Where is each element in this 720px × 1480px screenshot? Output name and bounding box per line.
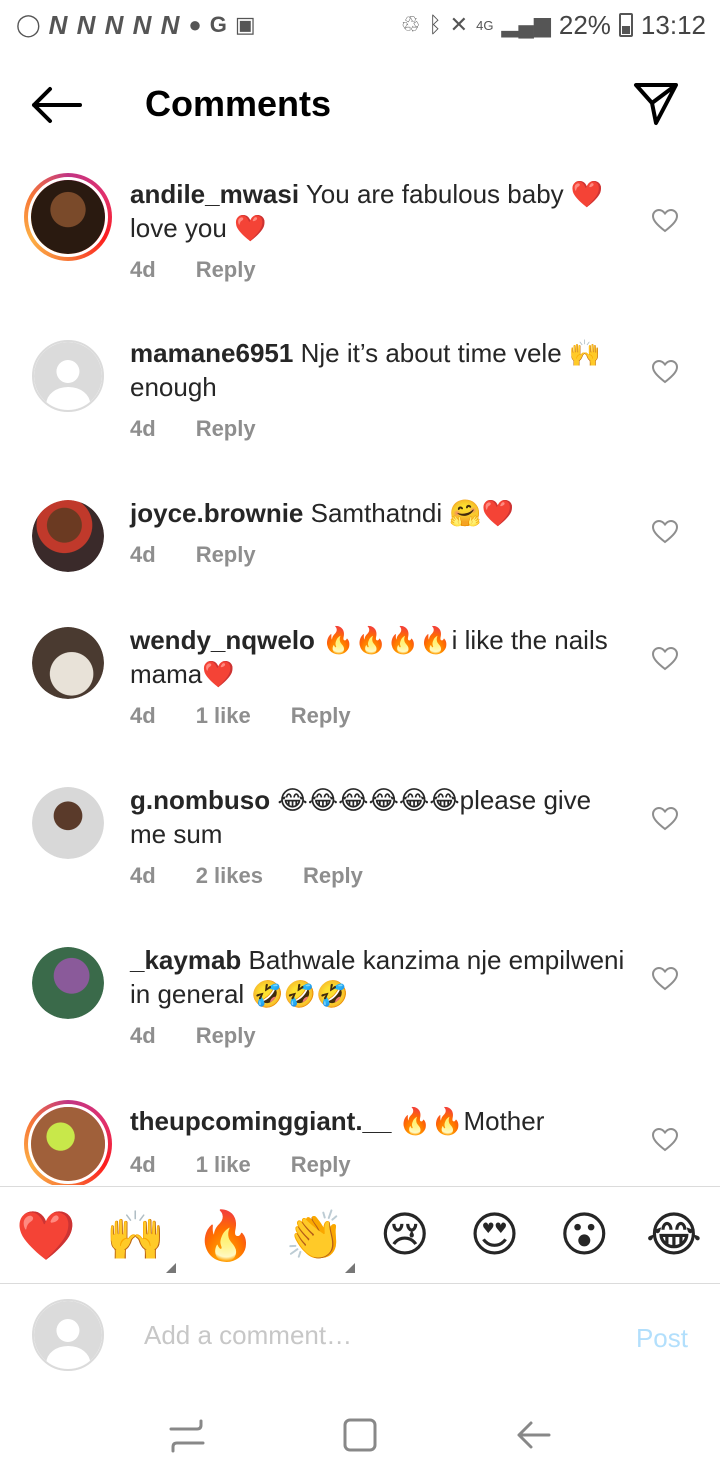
emoji-clap-button[interactable]: 👏 (285, 1205, 356, 1273)
reply-button[interactable]: Reply (291, 1152, 351, 1178)
mute-icon: ✕ (449, 12, 469, 37)
emoji-label: 👏 (285, 1207, 345, 1264)
heart-icon[interactable] (652, 647, 678, 671)
heart-icon[interactable] (652, 209, 678, 233)
emoji-raised-hands-button[interactable]: 🙌 (105, 1205, 176, 1273)
comment-username[interactable]: wendy_nqwelo (130, 625, 315, 655)
comment-body: joyce.brownie Samthatndi 🤗❤️ (130, 496, 630, 530)
heart-icon[interactable] (652, 520, 678, 544)
whatsapp-icon: ◯ (16, 12, 41, 37)
comment-meta: 4d Reply (130, 416, 296, 442)
comment-time: 4d (130, 416, 156, 441)
send-icon[interactable] (632, 79, 680, 127)
emoji-heart-button[interactable]: ❤️ (16, 1205, 76, 1265)
comment-likes[interactable]: 1 like (196, 703, 251, 729)
heart-icon[interactable] (652, 1128, 678, 1152)
reply-button[interactable]: Reply (303, 863, 363, 889)
battery-percent: 22% (558, 9, 611, 40)
network-label: 4G (476, 17, 494, 33)
avatar[interactable] (32, 787, 104, 859)
comments-list[interactable]: andile_mwasi You are fabulous baby ❤️ lo… (0, 165, 720, 1185)
comment-likes[interactable]: 2 likes (196, 863, 263, 889)
reply-button[interactable]: Reply (196, 542, 256, 568)
comment-body: theupcominggiant.__ 🔥🔥Mother (130, 1104, 630, 1138)
system-nav-bar (0, 1390, 720, 1480)
reply-button[interactable]: Reply (291, 703, 351, 729)
notification-dot-icon: ● (188, 12, 202, 37)
comment-meta: 4d 1 like Reply (130, 703, 391, 729)
comment-likes[interactable]: 1 like (196, 1152, 251, 1178)
heart-icon[interactable] (652, 967, 678, 991)
google-icon: G (209, 12, 227, 37)
reply-button[interactable]: Reply (196, 416, 256, 442)
comment-text: 🔥🔥Mother (398, 1106, 545, 1136)
avatar[interactable] (32, 947, 104, 1019)
comment-username[interactable]: andile_mwasi (130, 179, 299, 209)
skin-tone-indicator-icon (345, 1263, 356, 1273)
my-avatar (32, 1299, 104, 1371)
status-bar: ◯ N N N N N ● G ▣ ♲ ᛒ ✕ 4G ▂▄▆ 22% 13:12 (0, 0, 720, 50)
recycle-icon: ♲ (400, 12, 421, 37)
comment-meta: 4d 2 likes Reply (130, 863, 403, 889)
comment-meta: 4d Reply (130, 542, 296, 568)
comment-time: 4d (130, 863, 156, 888)
comment-username[interactable]: joyce.brownie (130, 498, 303, 528)
comment-time: 4d (130, 703, 156, 728)
comment-time: 4d (130, 1023, 156, 1048)
comment-composer: Post (0, 1285, 720, 1385)
comment-username[interactable]: mamane6951 (130, 338, 293, 368)
comment-body: andile_mwasi You are fabulous baby ❤️ lo… (130, 177, 630, 245)
avatar[interactable] (32, 340, 104, 412)
comment-time: 4d (130, 542, 156, 567)
avatar[interactable] (32, 627, 104, 699)
gallery-icon: ▣ (234, 12, 256, 37)
comment-time: 4d (130, 1152, 156, 1177)
emoji-heart-eyes-button[interactable]: 😍 (465, 1205, 525, 1265)
back-arrow-icon[interactable] (30, 85, 82, 125)
status-left: ◯ N N N N N ● G ▣ (16, 10, 256, 41)
emoji-tears-of-joy-button[interactable]: 😂 (644, 1205, 704, 1265)
heart-icon[interactable] (652, 807, 678, 831)
comment-meta: 4d 1 like Reply (130, 1152, 391, 1178)
clock: 13:12 (640, 9, 706, 40)
status-right: ♲ ᛒ ✕ 4G ▂▄▆ 22% 13:12 (401, 10, 706, 41)
emoji-label: 🙌 (105, 1207, 166, 1264)
home-icon[interactable] (340, 1415, 380, 1455)
comment-meta: 4d Reply (130, 257, 296, 283)
comment-body: g.nombuso 😂😂😂😂😂😂please give me sum (130, 783, 630, 851)
emoji-fire-button[interactable]: 🔥 (195, 1205, 256, 1265)
recent-apps-icon[interactable] (167, 1415, 207, 1455)
heart-icon[interactable] (652, 360, 678, 384)
notification-icons: N N N N N (48, 9, 181, 40)
emoji-surprised-button[interactable]: 😮 (554, 1205, 614, 1265)
skin-tone-indicator-icon (165, 1263, 176, 1273)
comment-username[interactable]: theupcominggiant.__ (130, 1106, 391, 1136)
comment-text: Samthatndi 🤗❤️ (310, 498, 515, 528)
comment-username[interactable]: g.nombuso (130, 785, 270, 815)
battery-icon (618, 13, 633, 37)
comment-input[interactable] (144, 1315, 584, 1355)
post-button[interactable]: Post (636, 1323, 688, 1354)
comment-body: _kaymab Bathwale kanzima nje empilweni i… (130, 943, 630, 1011)
avatar[interactable] (32, 500, 104, 572)
reply-button[interactable]: Reply (196, 1023, 256, 1049)
comment-body: mamane6951 Nje it’s about time vele 🙌 en… (130, 336, 630, 404)
reply-button[interactable]: Reply (196, 257, 256, 283)
comment-body: wendy_nqwelo 🔥🔥🔥🔥i like the nails mama❤️ (130, 623, 630, 691)
back-icon[interactable] (513, 1415, 553, 1455)
signal-icon: ▂▄▆ (501, 12, 551, 37)
avatar[interactable] (24, 1100, 112, 1185)
header: Comments (0, 55, 720, 155)
comment-meta: 4d Reply (130, 1023, 296, 1049)
comment-username[interactable]: _kaymab (130, 945, 241, 975)
emoji-crying-button[interactable]: 😢 (375, 1205, 435, 1265)
page-title: Comments (145, 83, 332, 124)
avatar[interactable] (24, 173, 112, 261)
comment-time: 4d (130, 257, 156, 282)
bluetooth-icon: ᛒ (428, 12, 442, 37)
emoji-quick-bar: ❤️ 🙌 🔥 👏 😢 😍 😮 😂 (0, 1186, 720, 1284)
